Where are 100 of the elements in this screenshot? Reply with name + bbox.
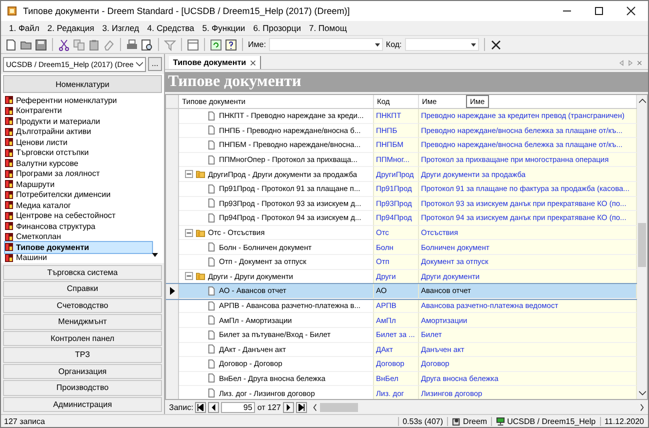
first-record-button[interactable] xyxy=(195,402,206,412)
sidebar-item[interactable]: Търговски отстъпки xyxy=(5,148,92,158)
refresh-icon[interactable] xyxy=(210,38,222,50)
scroll-down-icon[interactable] xyxy=(638,391,646,396)
sidebar-item[interactable]: Сметкоплан xyxy=(5,232,64,242)
list-icon xyxy=(5,106,13,115)
clear-icon[interactable] xyxy=(490,38,502,50)
document-icon xyxy=(207,242,216,252)
chevron-down-icon[interactable] xyxy=(136,62,143,66)
section-button[interactable]: Справки xyxy=(3,281,162,296)
menu-item[interactable]: 4. Средства xyxy=(147,23,194,33)
sidebar-item[interactable]: Референтни номенклатури xyxy=(5,95,120,106)
menu-item[interactable]: 1. Файл xyxy=(9,23,40,33)
scroll-left-icon[interactable] xyxy=(312,404,317,410)
section-button[interactable]: Контролен панел xyxy=(3,330,162,346)
document-icon xyxy=(207,358,216,369)
section-header[interactable]: Номенклатури xyxy=(3,75,162,93)
sidebar-item[interactable]: Програми за лоялност xyxy=(5,168,103,179)
section-button[interactable]: Търговска система xyxy=(3,264,162,280)
name-field[interactable] xyxy=(268,38,383,51)
open-folder-icon[interactable] xyxy=(20,38,32,50)
list-icon xyxy=(5,96,13,104)
browse-button[interactable]: ... xyxy=(148,57,162,71)
folder-icon xyxy=(196,228,205,238)
scissors-icon[interactable] xyxy=(58,38,70,50)
sidebar-item[interactable]: Финансова структура xyxy=(5,221,98,232)
triangle-left-icon xyxy=(210,404,218,410)
sidebar-item[interactable]: Маршрути xyxy=(5,179,58,190)
vertical-scrollbar[interactable] xyxy=(637,95,647,399)
printer-icon[interactable] xyxy=(126,38,138,50)
skip-first-icon xyxy=(197,404,204,410)
database-name: UCSDB / Dreem15_Help xyxy=(507,416,596,426)
document-icon xyxy=(207,373,216,384)
list-icon xyxy=(5,243,13,252)
section-button[interactable]: ТРЗ xyxy=(3,347,162,362)
code-field[interactable] xyxy=(404,38,479,51)
section-button[interactable]: Счетоводство xyxy=(3,298,162,313)
document-icon xyxy=(207,300,216,311)
list-icon xyxy=(5,212,13,220)
sidebar-item[interactable]: Продукти и материали xyxy=(5,116,104,126)
document-tab[interactable]: Типове документи xyxy=(169,56,262,69)
scrollbar-thumb[interactable] xyxy=(638,223,646,267)
sidebar-item[interactable]: Машини xyxy=(5,252,50,262)
list-icon xyxy=(5,159,13,168)
scroll-down-icon[interactable] xyxy=(152,252,158,256)
scroll-up-icon[interactable] xyxy=(638,98,646,103)
query-timing: 0.53s (407) xyxy=(398,416,448,426)
row-header[interactable] xyxy=(166,284,179,299)
sidebar-item[interactable]: Центрове на себестойност xyxy=(5,210,119,221)
section-button[interactable]: Производство xyxy=(3,380,162,396)
document-icon xyxy=(207,184,216,194)
list-icon xyxy=(5,117,13,126)
close-icon[interactable] xyxy=(250,60,256,66)
close-icon[interactable] xyxy=(626,6,636,16)
collapse-icon[interactable] xyxy=(185,272,193,280)
section-button[interactable]: Организация xyxy=(3,364,162,379)
next-record-button[interactable] xyxy=(282,402,294,412)
menu-item[interactable]: 5. Функции xyxy=(202,23,246,33)
menu-item[interactable]: 7. Помощ xyxy=(308,23,347,33)
dropdown-arrow-icon[interactable] xyxy=(470,43,476,47)
maximize-icon[interactable] xyxy=(594,6,604,16)
skip-last-icon xyxy=(298,404,305,410)
paste-icon[interactable] xyxy=(88,38,100,50)
list-icon xyxy=(5,128,13,136)
menu-item[interactable]: 2. Редакция xyxy=(47,23,94,33)
sidebar-item[interactable]: Дълготрайни активи xyxy=(5,126,94,137)
menu-item[interactable]: 3. Изглед xyxy=(102,23,140,33)
collapse-icon[interactable] xyxy=(185,228,193,237)
sidebar-item[interactable]: Медиа каталог xyxy=(5,200,74,210)
scrollbar-thumb[interactable] xyxy=(320,402,358,412)
status-date: 11.12.2020 xyxy=(600,416,648,426)
document-icon xyxy=(207,256,216,267)
document-icon xyxy=(207,330,216,340)
print-preview-icon[interactable] xyxy=(141,38,153,50)
eraser-icon[interactable] xyxy=(103,38,115,50)
list-icon xyxy=(5,222,13,230)
new-file-icon[interactable] xyxy=(5,38,17,50)
dropdown-arrow-icon[interactable] xyxy=(374,43,380,47)
sidebar-item[interactable]: Потребителски дименсии xyxy=(5,190,114,200)
record-number-field[interactable]: 95 xyxy=(221,402,256,412)
previous-record-button[interactable] xyxy=(208,402,220,412)
window-icon[interactable] xyxy=(187,38,199,50)
sidebar-item[interactable]: Ценови листи xyxy=(5,137,70,148)
filter-icon[interactable] xyxy=(164,38,176,50)
document-icon xyxy=(207,110,216,121)
section-button[interactable]: Администрация xyxy=(3,396,162,412)
sidebar-item[interactable]: Валутни курсове xyxy=(5,158,82,168)
sidebar-item[interactable]: Контрагенти xyxy=(5,106,65,116)
record-total: от 127 xyxy=(257,402,281,412)
last-record-button[interactable] xyxy=(296,402,307,412)
list-icon xyxy=(5,180,13,188)
help-icon[interactable] xyxy=(225,38,237,50)
menu-item[interactable]: 6. Прозорци xyxy=(253,23,301,33)
save-icon[interactable] xyxy=(35,38,47,50)
app-icon xyxy=(7,6,17,16)
section-button[interactable]: Мениджмънт xyxy=(3,314,162,330)
scroll-right-icon[interactable] xyxy=(640,404,644,410)
sidebar-item[interactable]: Типове документи xyxy=(5,242,152,252)
collapse-icon[interactable] xyxy=(185,170,193,178)
document-icon xyxy=(207,154,216,165)
